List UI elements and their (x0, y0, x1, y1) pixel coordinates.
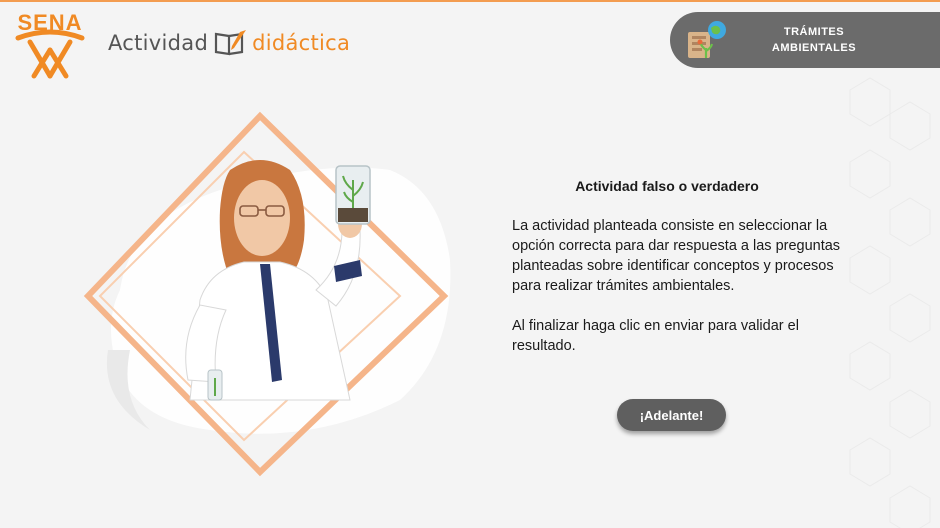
sena-logo: SENA (14, 10, 86, 80)
brand-word-didactica: didáctica (252, 31, 351, 55)
activity-description: La actividad planteada consiste en selec… (512, 218, 841, 294)
scientist-illustration (83, 111, 451, 477)
activity-instructions: Al finalizar haga clic en enviar para va… (512, 318, 799, 354)
start-button[interactable]: ¡Adelante! (617, 399, 726, 431)
activity-content: Actividad falso o verdadero La actividad… (512, 178, 842, 356)
topic-badge-label: TRÁMITES AMBIENTALES (754, 24, 874, 56)
topic-badge-line1: TRÁMITES (783, 26, 845, 38)
topic-badge-line2: AMBIENTALES (771, 42, 857, 54)
book-pencil-icon (215, 30, 247, 56)
brand-word-actividad: Actividad (108, 31, 209, 55)
environmental-procedures-icon (688, 21, 726, 58)
topic-badge: TRÁMITES AMBIENTALES (670, 12, 940, 68)
activity-title: Actividad falso o verdadero (575, 178, 759, 194)
sena-logo-icon (15, 29, 85, 79)
top-accent-line (0, 0, 940, 2)
activity-brand: Actividad didáctica (108, 28, 350, 58)
